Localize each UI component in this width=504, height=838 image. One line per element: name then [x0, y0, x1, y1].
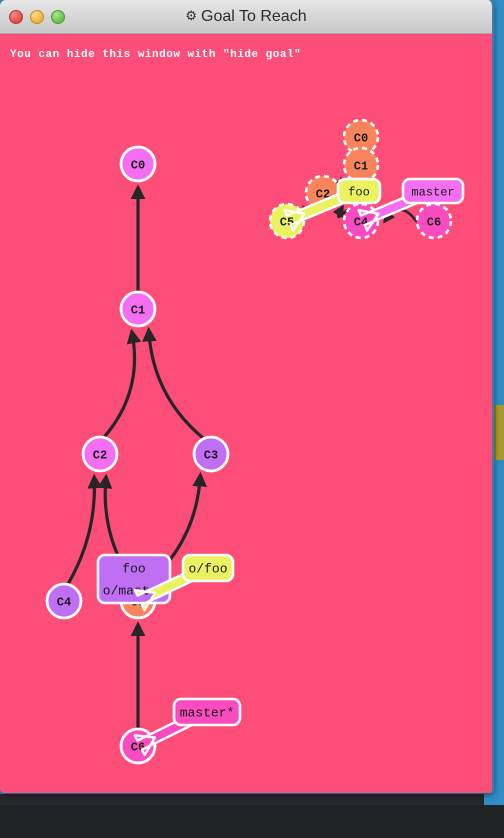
gear-icon: ⚙ — [185, 7, 198, 23]
commit-label: C2 — [93, 449, 107, 463]
commit-node-c3[interactable]: C3 — [192, 435, 230, 473]
commit-node-c1[interactable]: C1 — [342, 146, 380, 184]
commit-node-c2[interactable]: C2 — [81, 435, 119, 473]
close-button[interactable] — [9, 9, 23, 24]
goal-to-reach-window: ⚙ Goal To Reach You can hide this window … — [0, 0, 494, 793]
main-graph-group: C0C1C2C3C4C5C6fooo/mastero/foomaster* — [45, 145, 242, 765]
commit-label: C6 — [427, 216, 441, 230]
visualization-canvas[interactable]: You can hide this window with "hide goal… — [0, 34, 492, 793]
goal-graph-group: C0C1C2C5 C4 C6foo master — [268, 118, 465, 240]
window-title-group: ⚙ Goal To Reach — [0, 8, 492, 26]
window-titlebar[interactable]: ⚙ Goal To Reach — [0, 0, 492, 34]
branch-label-text: o/foo — [188, 562, 227, 577]
commit-node-c1[interactable]: C1 — [119, 290, 157, 328]
commit-node-c6[interactable]: C6 — [415, 202, 453, 240]
window-controls — [9, 9, 65, 24]
commit-label: C3 — [204, 449, 218, 463]
commit-label: C0 — [131, 159, 145, 173]
commit-label: C4 — [57, 596, 71, 610]
branch-label-text: master — [411, 185, 454, 199]
branch-label-text: foo — [348, 185, 370, 199]
minimize-button[interactable] — [30, 9, 44, 24]
branch-label-text: foo — [122, 562, 145, 577]
maximize-button[interactable] — [51, 9, 65, 24]
commit-label: C0 — [354, 132, 368, 146]
commit-label: C1 — [354, 160, 368, 174]
graph-edge — [142, 326, 205, 440]
desktop-dark-strip — [0, 794, 484, 805]
commit-node-c4[interactable]: C4 — [45, 582, 83, 620]
branch-label-master-star[interactable]: master* — [133, 697, 242, 757]
graph-edge — [66, 473, 103, 586]
commit-node-c0[interactable]: C0 — [119, 145, 157, 183]
graph-edge — [102, 328, 142, 439]
commit-label: C1 — [131, 304, 145, 318]
branch-label-text: master* — [180, 706, 235, 721]
background-window-edge[interactable]: C — [494, 405, 504, 460]
git-graph-svg: C0C1C2C3C4C5C6fooo/mastero/foomaster*C0C… — [45, 118, 465, 765]
page-title: Goal To Reach — [201, 7, 307, 25]
